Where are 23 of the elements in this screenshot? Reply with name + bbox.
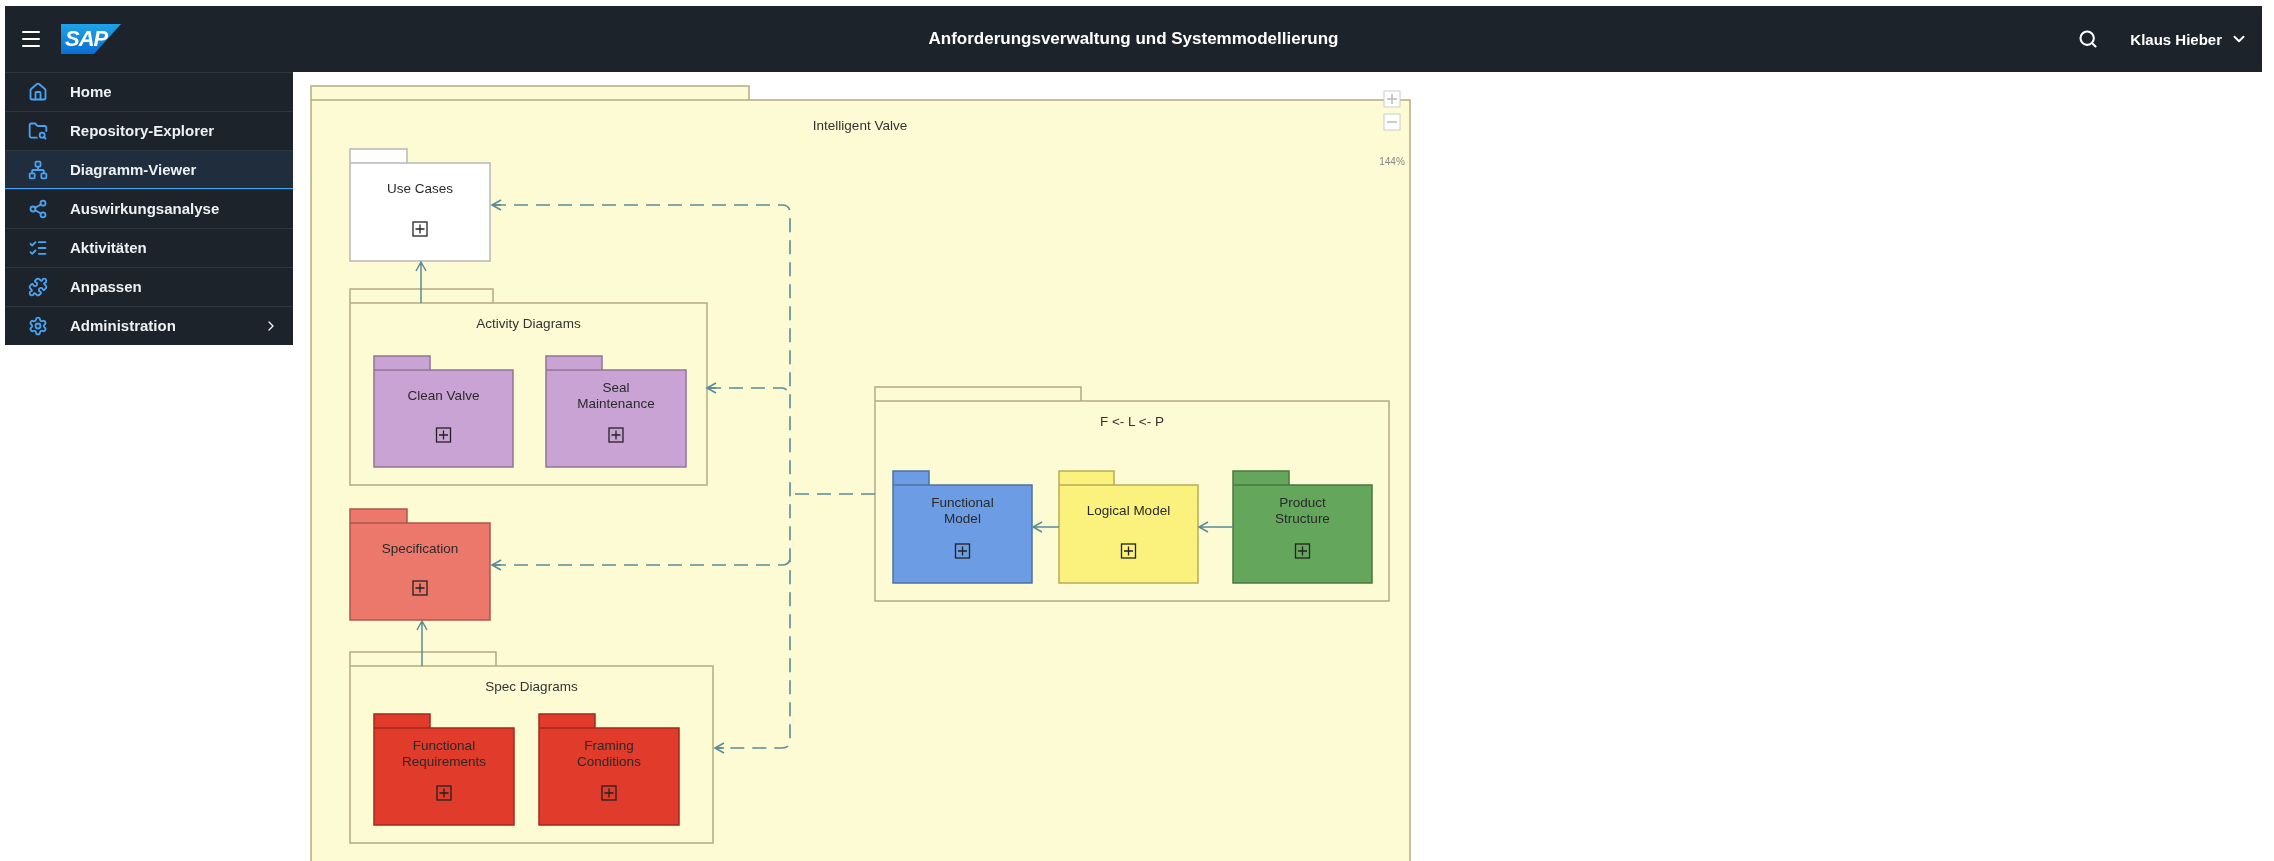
diagram-title: Intelligent Valve [812, 118, 908, 133]
package-label: Seal Maintenance [577, 380, 655, 411]
package-label: Functional Model [931, 495, 994, 526]
sap-logo[interactable]: SAP [61, 24, 121, 54]
nav-item[interactable]: Auswirkungsanalyse [5, 189, 293, 228]
package-label: Spec Diagrams [485, 679, 578, 694]
package-label: Product Structure [1275, 495, 1330, 526]
package-label: Use Cases [387, 181, 453, 196]
package-label: Framing Conditions [577, 738, 641, 769]
package-label: Specification [381, 541, 459, 556]
package-label: Logical Model [1086, 503, 1171, 518]
nav-item[interactable]: Administration [5, 306, 293, 345]
package-label: Clean Valve [407, 388, 480, 403]
package-label: Functional Requirements [402, 738, 486, 769]
nav-item[interactable]: Aktivitäten [5, 228, 293, 267]
nav-item[interactable]: Anpassen [5, 267, 293, 306]
package-label: F <- L <- P [1100, 414, 1164, 429]
nav-item[interactable]: Diagramm-Viewer [5, 150, 293, 189]
zoom-level: 144% [1379, 156, 1405, 167]
package-label: Activity Diagrams [476, 316, 581, 331]
app-title: Anforderungsverwaltung und Systemmodellierung [928, 29, 1339, 49]
user-menu[interactable]: Klaus Hieber [2130, 30, 2248, 48]
nav-item[interactable]: Home [5, 72, 293, 111]
